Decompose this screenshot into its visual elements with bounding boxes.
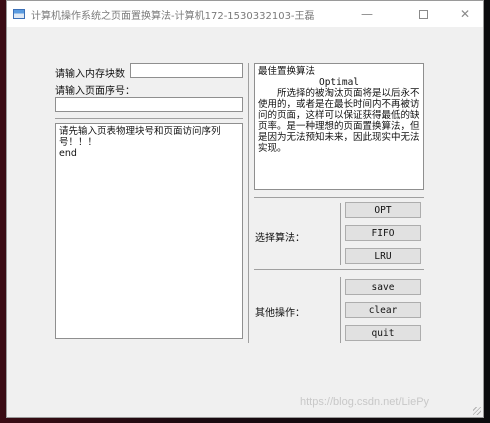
fifo-button[interactable]: FIFO [345,225,421,241]
resize-grip[interactable] [473,407,481,415]
algorithm-description[interactable]: 最佳置换算法 Optimal 所选择的被淘汰页面将是以后永不使用的，或者是在最长… [254,63,424,190]
minimize-icon: — [361,7,373,21]
app-window: 计算机操作系统之页面置换算法-计算机172-1530332103-王磊 — ✕ … [6,0,484,418]
quit-button[interactable]: quit [345,325,421,341]
title-bar[interactable]: 计算机操作系统之页面置换算法-计算机172-1530332103-王磊 — ✕ [7,1,483,27]
clear-button[interactable]: clear [345,302,421,318]
maximize-button[interactable] [403,1,443,27]
output-line: 请先输入页表物理块号和页面访问序列号！！！ [59,126,221,148]
description-body: 所选择的被淘汰页面将是以后永不使用的，或者是在最长时间内不再被访问的页面，这样可… [258,88,420,154]
algorithm-divider [340,203,341,265]
save-button[interactable]: save [345,279,421,295]
page-sequence-label: 请输入页面序号： [55,86,135,97]
watermark: https://blog.csdn.net/LiePy [300,396,430,408]
description-title: 最佳置换算法 [258,66,316,77]
page-sequence-input[interactable] [55,97,243,112]
column-divider [248,63,249,343]
lru-button[interactable]: LRU [345,248,421,264]
other-label: 其他操作： [255,308,305,319]
memory-blocks-input[interactable] [130,63,243,78]
memory-blocks-label: 请输入内存块数 [55,69,125,80]
close-button[interactable]: ✕ [445,1,485,27]
right-divider-top [254,197,424,198]
close-icon: ✕ [459,7,471,21]
opt-button[interactable]: OPT [345,202,421,218]
output-text-area[interactable]: 请先输入页表物理块号和页面访问序列号！！！ end [55,123,243,339]
minimize-button[interactable]: — [347,1,387,27]
window-title: 计算机操作系统之页面置换算法-计算机172-1530332103-王磊 [31,10,315,22]
right-divider-bottom [254,269,424,270]
output-line: end [59,148,77,159]
description-subtitle: Optimal [318,77,360,88]
left-divider [55,118,243,119]
app-icon [13,9,25,19]
other-divider [340,277,341,343]
algorithm-label: 选择算法： [255,233,305,244]
maximize-icon [418,9,428,19]
